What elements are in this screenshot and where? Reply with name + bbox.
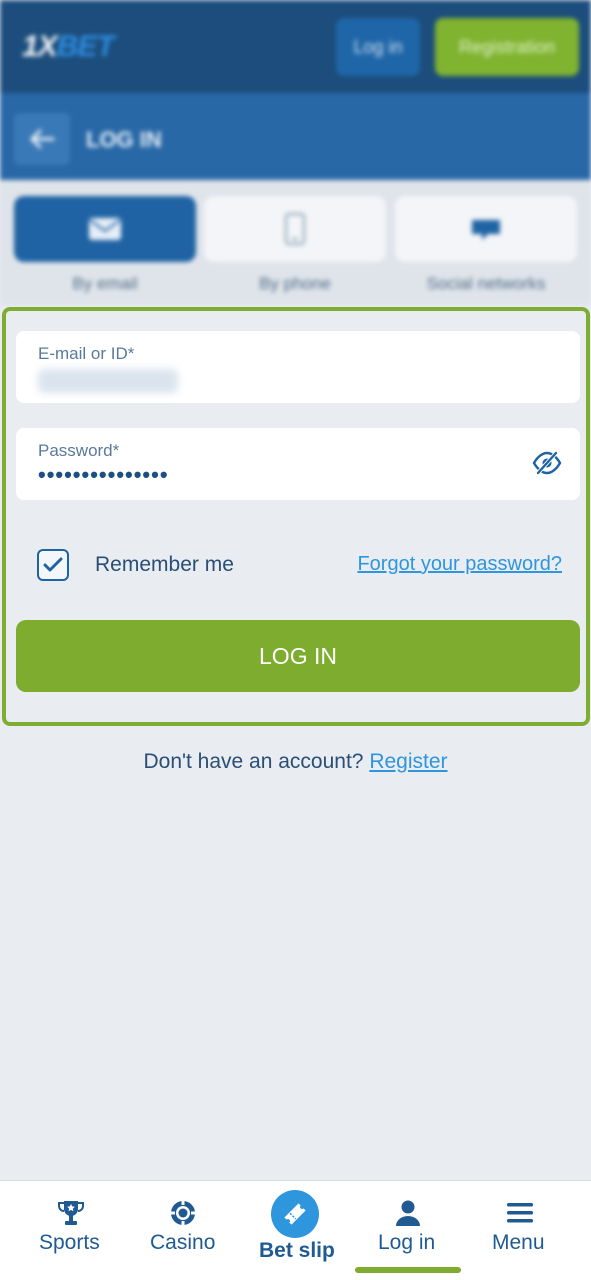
header-region: 1XBET Log in Registration LOG IN By emai… <box>0 0 591 305</box>
bottom-navigation: Sports Casino Bet slip Log in Menu <box>0 1180 591 1280</box>
tab-label-social: Social networks <box>426 274 546 293</box>
signup-prompt-text: Don't have an account? <box>143 750 364 773</box>
password-value: ••••••••••••••• <box>38 462 169 487</box>
nav-item-log-in[interactable]: Log in <box>368 1181 448 1280</box>
login-form: E-mail or ID* Password* ••••••••••••••• … <box>2 307 590 726</box>
back-button[interactable] <box>14 113 70 165</box>
email-field[interactable]: E-mail or ID* <box>16 331 580 403</box>
nav-label-bet-slip: Bet slip <box>259 1239 335 1262</box>
register-link[interactable]: Register <box>369 750 447 773</box>
tab-by-phone[interactable] <box>204 196 386 262</box>
ticket-icon <box>284 1203 306 1225</box>
nav-label-casino: Casino <box>150 1231 216 1254</box>
tab-label-email: By email <box>72 274 138 293</box>
user-icon <box>396 1200 420 1226</box>
header-login-button[interactable]: Log in <box>336 18 420 76</box>
nav-label-menu: Menu <box>492 1231 545 1254</box>
checkmark-icon <box>43 557 63 572</box>
nav-label-log-in: Log in <box>378 1231 436 1254</box>
top-bar: 1XBET Log in Registration <box>0 0 591 93</box>
tab-social-networks[interactable] <box>395 196 577 262</box>
menu-icon <box>507 1203 533 1223</box>
bet-slip-badge <box>271 1190 319 1238</box>
logo-prefix: 1X <box>22 30 58 63</box>
login-method-tabs: By email By phone Social networks <box>0 180 591 305</box>
eye-slash-icon[interactable] <box>532 450 562 476</box>
social-icon <box>472 220 500 240</box>
password-label: Password* <box>38 441 120 460</box>
nav-item-bet-slip[interactable]: Bet slip <box>252 1181 340 1280</box>
active-tab-indicator <box>355 1267 461 1273</box>
page-header: LOG IN <box>0 93 591 180</box>
page-title: LOG IN <box>86 127 162 152</box>
email-label: E-mail or ID* <box>38 344 135 363</box>
nav-label-sports: Sports <box>39 1231 100 1254</box>
remember-me-label[interactable]: Remember me <box>95 553 234 577</box>
trophy-icon <box>58 1201 84 1225</box>
forgot-password-link[interactable]: Forgot your password? <box>357 553 562 576</box>
signup-prompt: Don't have an account? Register <box>0 750 591 774</box>
arrow-left-icon <box>29 129 55 149</box>
login-submit-button[interactable]: LOG IN <box>16 620 580 692</box>
brand-logo[interactable]: 1XBET <box>22 30 115 64</box>
header-registration-button[interactable]: Registration <box>435 18 579 76</box>
password-field[interactable]: Password* ••••••••••••••• <box>16 428 580 500</box>
phone-icon <box>285 213 305 245</box>
tab-label-phone: By phone <box>259 274 331 293</box>
logo-suffix: BET <box>56 30 115 63</box>
nav-item-casino[interactable]: Casino <box>145 1181 221 1280</box>
envelope-icon <box>89 218 121 240</box>
tab-by-email[interactable] <box>14 196 196 262</box>
nav-item-sports[interactable]: Sports <box>30 1181 112 1280</box>
email-value-obscured <box>38 369 178 393</box>
casino-chip-icon <box>171 1201 195 1225</box>
nav-item-menu[interactable]: Menu <box>482 1181 558 1280</box>
remember-me-checkbox[interactable] <box>37 549 69 581</box>
